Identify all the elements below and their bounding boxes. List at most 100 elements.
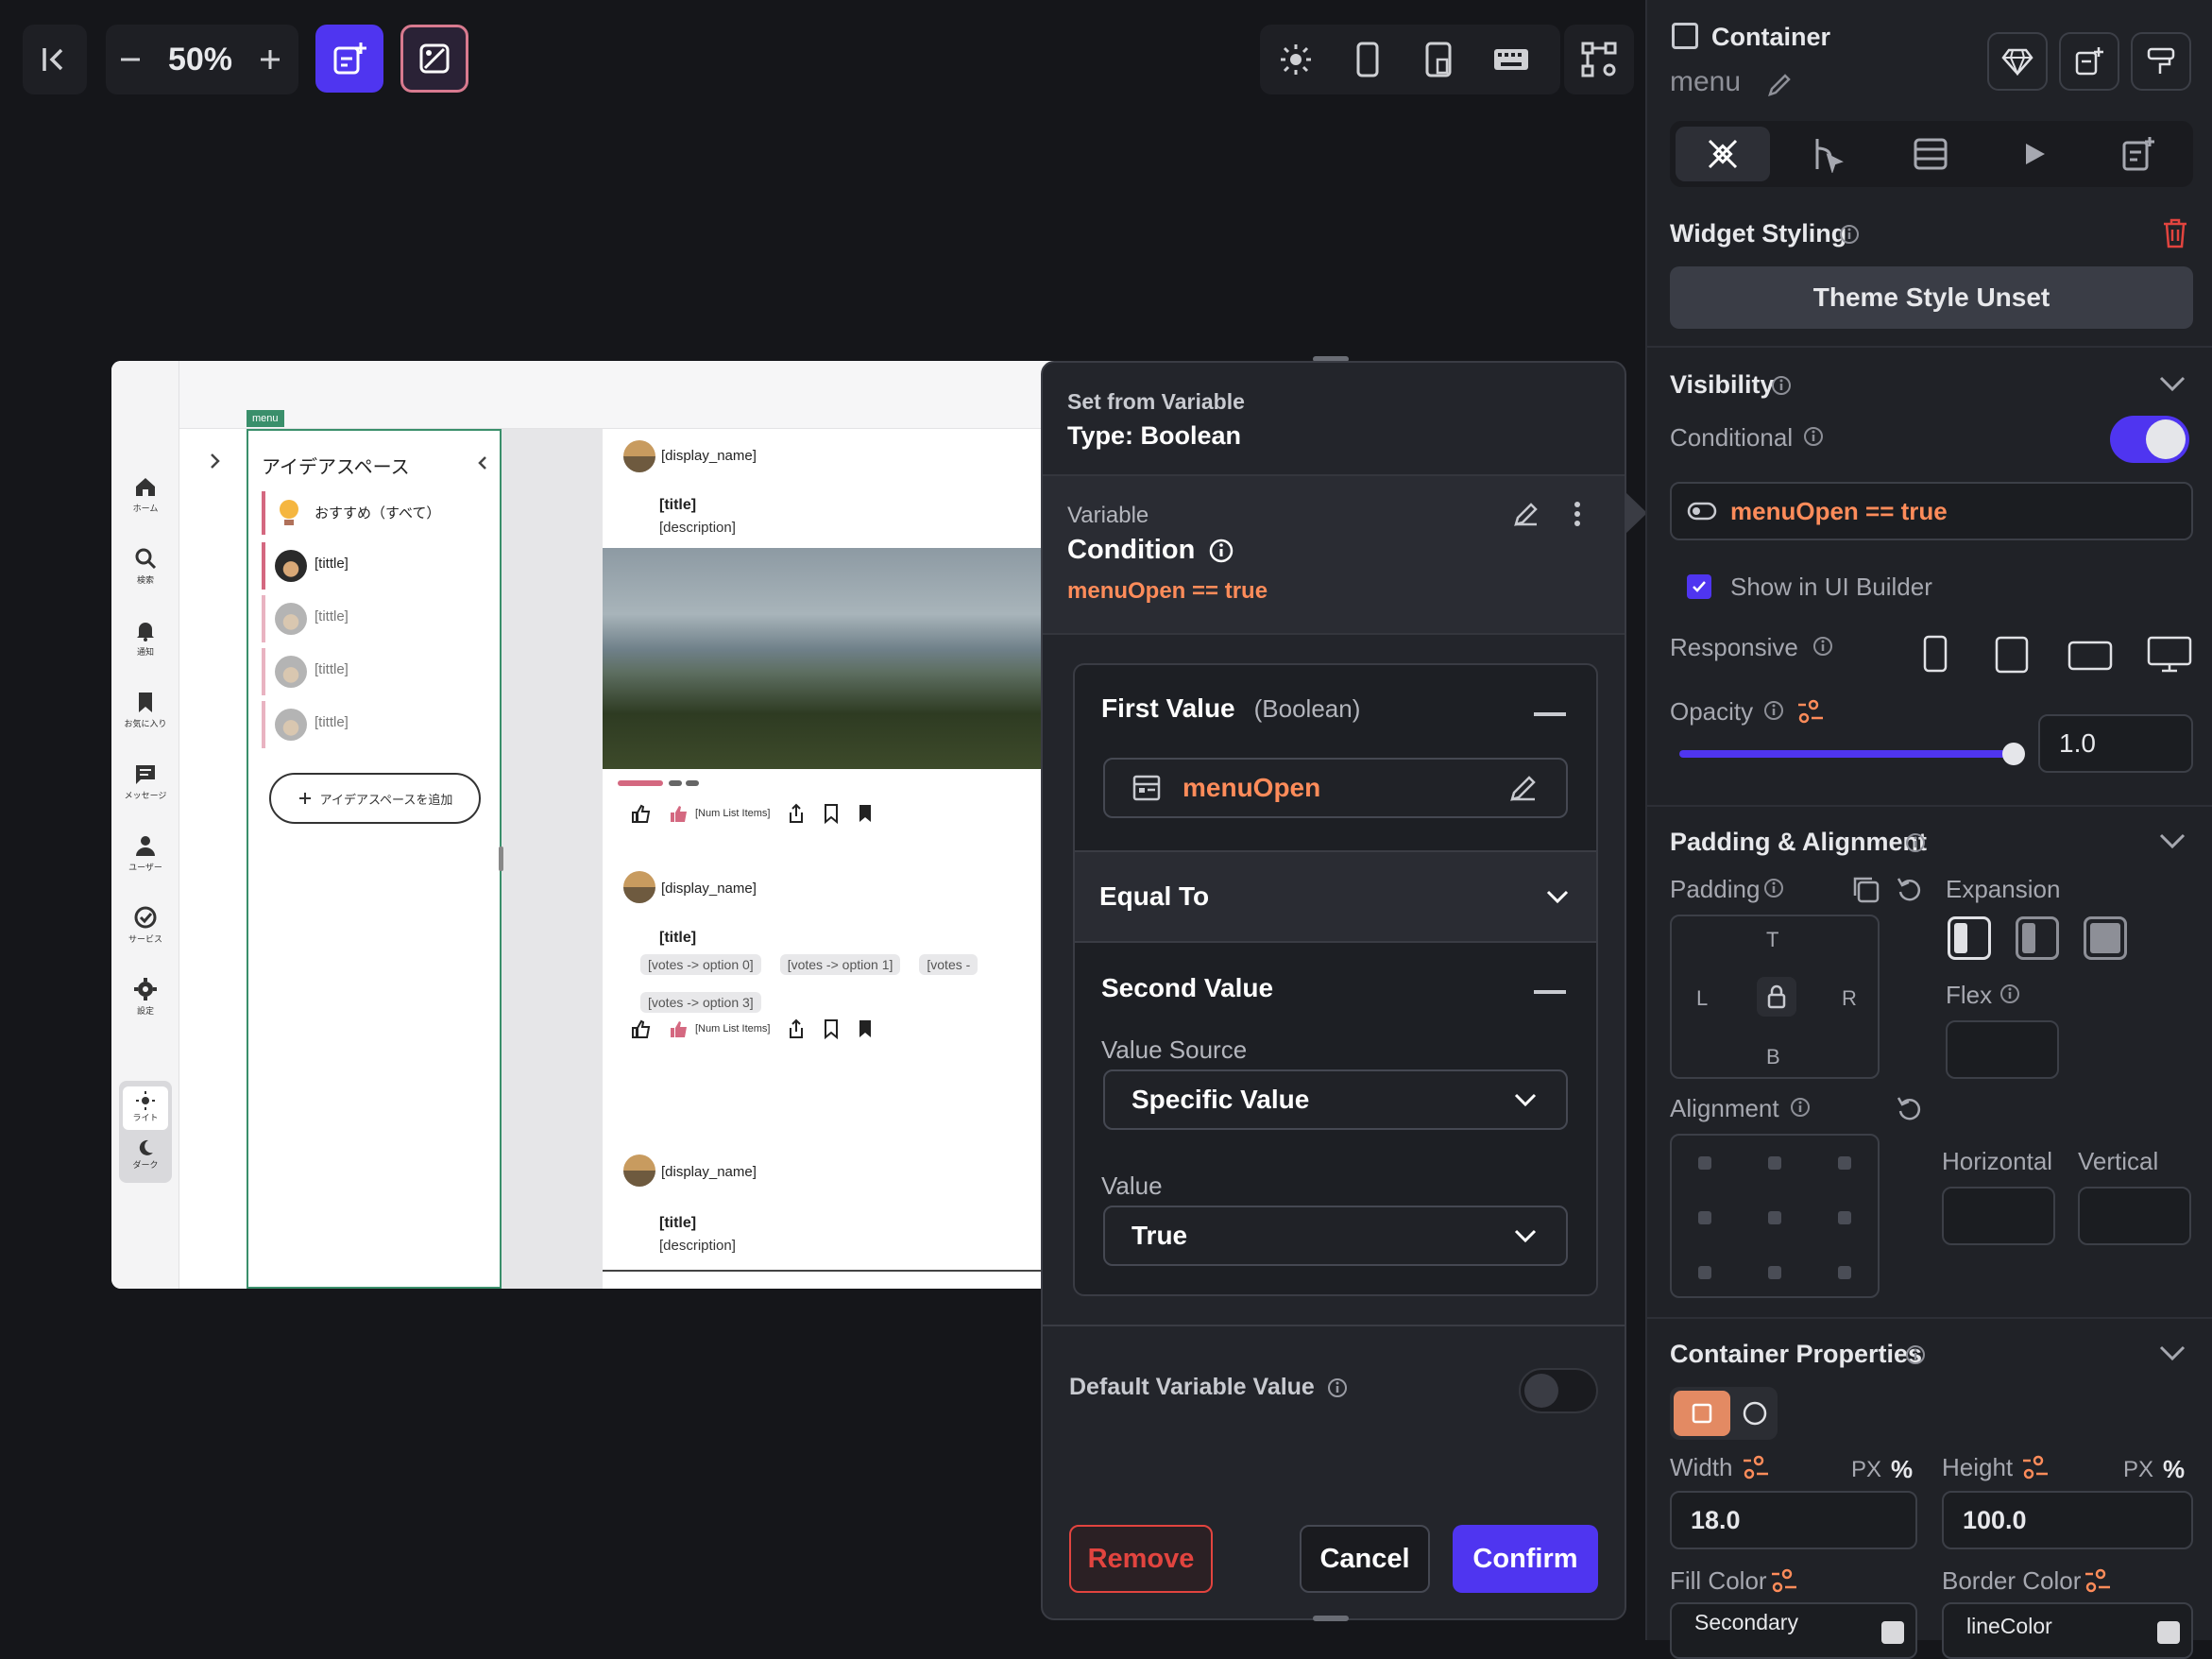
pencil-icon[interactable] [1507,772,1540,804]
bookmark-filled-icon[interactable] [857,1018,874,1039]
share-icon[interactable] [787,1018,806,1039]
reset-icon[interactable] [1895,875,1925,905]
thumbs-up-outline-icon[interactable] [631,803,652,824]
phone-preview-button[interactable] [1332,25,1404,94]
fill-color-field[interactable]: Secondary [1670,1602,1917,1659]
keyboard-preview-button[interactable] [1475,25,1547,94]
rail-item-settings[interactable]: 設定 [111,977,179,1017]
menu-container[interactable]: アイデアスペース おすすめ（すべて） [tittle] [tittle] [ti… [247,429,502,1289]
collapse-second-value-button[interactable] [1534,990,1566,994]
ideas-item[interactable]: [tittle] [262,542,488,590]
tablet-preview-button[interactable] [1404,25,1475,94]
light-mode-button[interactable] [1260,25,1332,94]
variable-binding-icon[interactable] [1742,1455,1770,1479]
default-value-toggle[interactable] [1519,1368,1598,1413]
align-bottom-left[interactable] [1698,1266,1711,1279]
show-in-builder-checkbox[interactable] [1687,574,1711,599]
edit-variable-button[interactable] [1511,499,1541,529]
zoom-in-button[interactable] [246,25,295,94]
share-icon[interactable] [787,803,806,824]
expansion-expand-button[interactable] [2084,916,2127,960]
design-system-button[interactable] [2131,32,2191,91]
collapse-panel-button[interactable] [23,25,87,94]
poll-option[interactable]: [votes -> option 3] [640,992,761,1013]
chevron-down-icon[interactable] [2157,1340,2187,1364]
padding-bottom[interactable]: B [1766,1045,1780,1069]
padding-top[interactable]: T [1766,928,1778,952]
thumbs-up-outline-icon[interactable] [631,1018,652,1039]
align-bottom-right[interactable] [1838,1266,1851,1279]
height-unit-percent[interactable]: % [2163,1455,2185,1484]
zoom-out-button[interactable] [106,25,155,94]
pencil-icon[interactable] [1766,70,1795,98]
tree-view-button[interactable] [1564,25,1634,94]
align-top-left[interactable] [1698,1156,1711,1170]
align-center-right[interactable] [1838,1211,1851,1224]
ideas-item[interactable]: おすすめ（すべて） [262,491,488,535]
bookmark-outline-icon[interactable] [823,1018,840,1039]
width-unit-percent[interactable]: % [1891,1455,1913,1484]
tab-documentation[interactable] [2091,127,2186,181]
add-widget-button[interactable] [315,25,383,93]
tab-backend-query[interactable] [1883,127,1978,181]
ideas-item[interactable]: [tittle] [262,595,488,642]
align-bottom-center[interactable] [1768,1266,1781,1279]
resize-handle[interactable] [499,847,503,871]
conditional-toggle[interactable] [2110,416,2189,463]
collapse-chevron-icon[interactable] [475,453,490,472]
expansion-shrink-button[interactable] [2016,916,2059,960]
modal-drag-handle-bottom[interactable] [1313,1616,1349,1621]
tablet-icon[interactable] [1993,635,2031,675]
rail-item-notifications[interactable]: 通知 [111,618,179,658]
align-top-right[interactable] [1838,1156,1851,1170]
variable-binding-icon[interactable] [2084,1568,2112,1593]
add-child-widget-button[interactable] [2059,32,2119,91]
padding-lock-button[interactable] [1757,977,1796,1017]
chevron-down-icon[interactable] [2157,828,2187,852]
padding-left[interactable]: L [1696,986,1708,1011]
theme-style-button[interactable]: Theme Style Unset [1670,266,2193,329]
thumbs-up-filled-icon[interactable] [669,803,689,824]
border-color-field[interactable]: lineColor [1942,1602,2193,1659]
padding-right[interactable]: R [1842,986,1857,1011]
rail-item-services[interactable]: サービス [111,905,179,945]
trash-icon[interactable] [2161,217,2189,249]
ideas-item[interactable]: [tittle] [262,701,488,748]
theme-switch[interactable]: ライト ダーク [119,1081,172,1183]
collapse-first-value-button[interactable] [1534,712,1566,716]
tablet-landscape-icon[interactable] [2067,639,2114,673]
horizontal-input[interactable] [1942,1187,2055,1245]
height-unit-px[interactable]: PX [2123,1457,2153,1483]
premium-button[interactable] [1987,32,2048,91]
opacity-slider-track[interactable] [1679,750,2012,758]
first-value-field[interactable]: menuOpen [1103,758,1568,818]
poll-option[interactable]: [votes - [919,954,978,975]
opacity-input[interactable]: 1.0 [2038,714,2193,773]
bookmark-filled-icon[interactable] [857,803,874,824]
remove-button[interactable]: Remove [1069,1525,1213,1593]
design-mode-button[interactable] [400,25,468,93]
rail-item-messages[interactable]: メッセージ [111,761,179,801]
align-center-left[interactable] [1698,1211,1711,1224]
shape-rectangle-button[interactable] [1674,1391,1730,1436]
add-space-button[interactable]: アイデアスペースを追加 [269,773,481,824]
ideas-item[interactable]: [tittle] [262,648,488,695]
theme-light-option[interactable]: ライト [123,1086,168,1130]
padding-box[interactable]: T L R B [1670,915,1880,1079]
value-dropdown[interactable]: True [1103,1206,1568,1266]
tab-animations[interactable] [1987,127,2082,181]
align-top-center[interactable] [1768,1156,1781,1170]
desktop-icon[interactable] [2146,635,2193,675]
flex-input[interactable] [1946,1020,2059,1079]
copy-icon[interactable] [1851,875,1881,905]
visibility-condition-field[interactable]: menuOpen == true [1670,482,2193,540]
tab-actions[interactable] [1779,127,1874,181]
bookmark-outline-icon[interactable] [823,803,840,824]
width-input[interactable]: 18.0 [1670,1491,1917,1549]
poll-option[interactable]: [votes -> option 0] [640,954,761,975]
tab-properties[interactable] [1676,127,1770,181]
value-source-dropdown[interactable]: Specific Value [1103,1069,1568,1130]
rail-item-favorites[interactable]: お気に入り [111,690,179,729]
align-center[interactable] [1768,1211,1781,1224]
thumbs-up-filled-icon[interactable] [669,1018,689,1039]
